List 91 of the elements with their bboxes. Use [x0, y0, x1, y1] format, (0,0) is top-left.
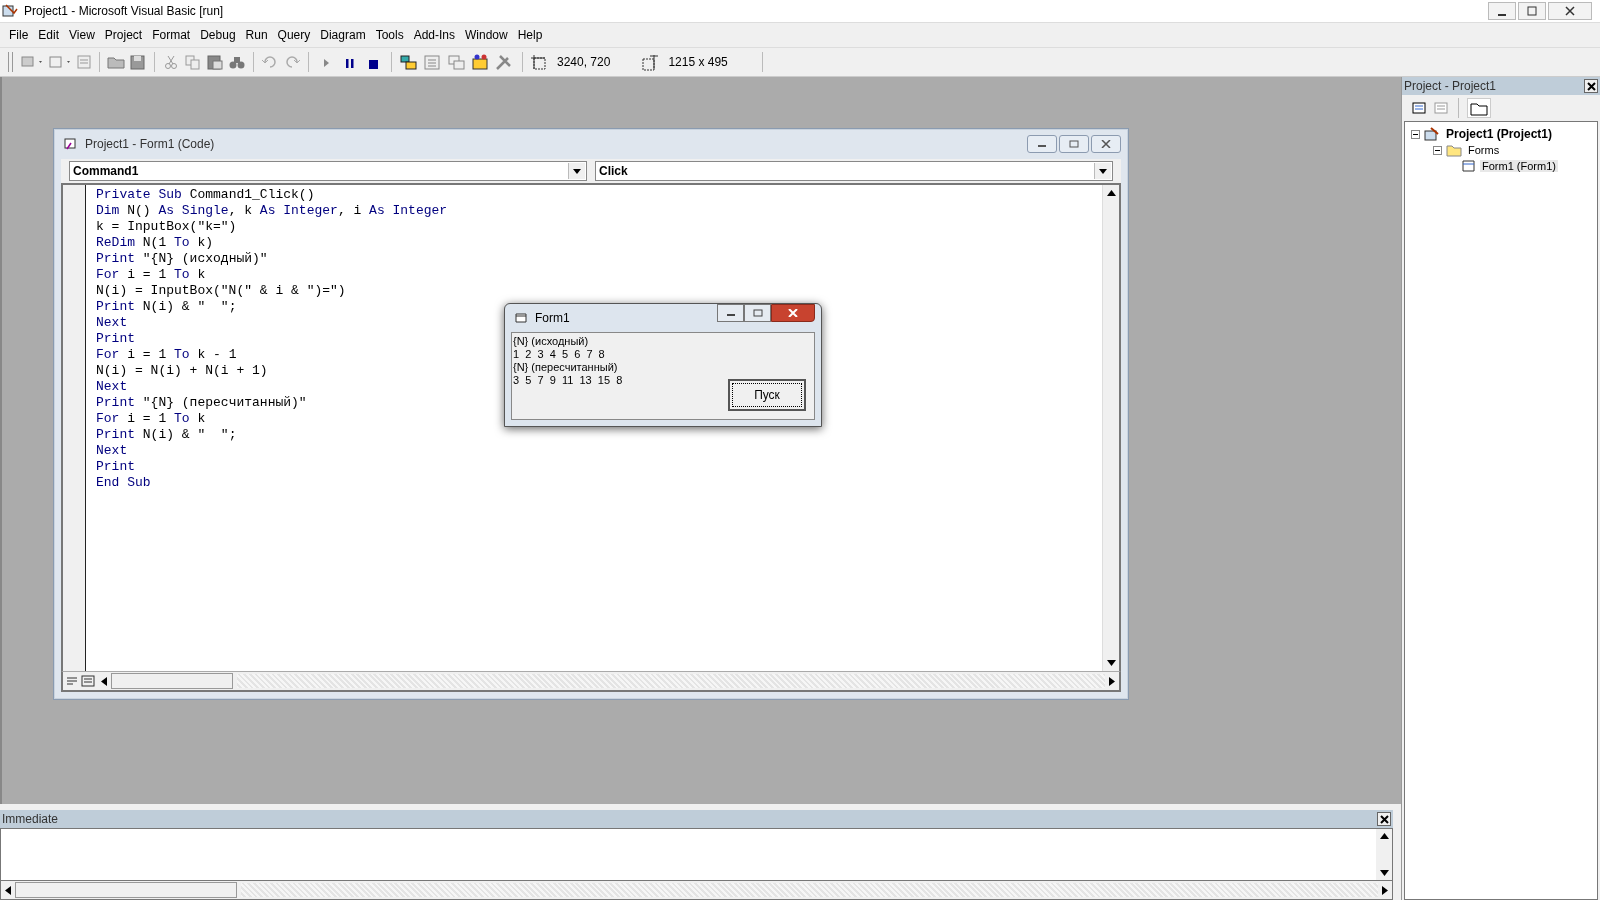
close-button[interactable] — [1377, 812, 1391, 826]
tree-item[interactable]: Project1 (Project1) — [1444, 127, 1555, 141]
menu-item[interactable]: View — [64, 28, 100, 42]
form-icon — [1461, 159, 1477, 173]
menu-item[interactable]: Diagram — [315, 28, 371, 42]
code-window-icon — [63, 136, 79, 152]
menu-item[interactable]: Query — [272, 28, 316, 42]
close-icon — [1379, 814, 1389, 824]
code-line: Print N(i) & " "; — [96, 299, 237, 315]
close-button[interactable] — [1584, 79, 1598, 93]
window-title: Project1 - Microsoft Visual Basic [run] — [24, 4, 224, 18]
project-panel-title: Project - Project1 — [1404, 79, 1497, 93]
paste-icon[interactable] — [205, 53, 225, 71]
collapse-toggle-icon[interactable] — [1411, 129, 1420, 139]
code-line: Print "{N} (исходный)" — [96, 251, 268, 267]
code-line: Next — [96, 315, 128, 331]
minimize-button[interactable] — [1488, 2, 1516, 20]
collapse-toggle-icon[interactable] — [1433, 145, 1442, 155]
project-explorer-icon[interactable] — [398, 53, 420, 71]
close-icon — [1101, 140, 1111, 148]
menu-item[interactable]: Edit — [33, 28, 65, 42]
menu-item[interactable]: Tools — [370, 28, 409, 42]
menu-item[interactable]: Window — [460, 28, 513, 42]
start-button[interactable]: Пуск — [728, 379, 806, 411]
project-icon — [1423, 126, 1441, 142]
code-line: Print "{N} (пересчитанный)" — [96, 395, 307, 411]
size-readout: 1215 x 495 — [668, 55, 728, 69]
code-line: Dim N() As Single, k As Integer, i As Integer — [96, 203, 448, 219]
code-line: N(i) = InputBox("N(" & i & ")=") — [96, 283, 346, 299]
position-readout: 3240, 720 — [557, 55, 611, 69]
close-icon — [1586, 81, 1596, 91]
menu-item[interactable]: Debug — [195, 28, 241, 42]
menu-item[interactable]: Run — [240, 28, 273, 42]
code-line: End Sub — [96, 475, 151, 491]
scroll-left-arrow-icon[interactable] — [5, 885, 11, 895]
code-line: For i = 1 To k - 1 — [96, 347, 237, 363]
close-button[interactable] — [771, 304, 815, 322]
dropdown-arrow-icon — [1099, 168, 1107, 174]
immediate-title: Immediate — [2, 812, 59, 826]
minimize-button[interactable] — [1027, 135, 1057, 153]
close-icon — [1565, 6, 1575, 16]
form-icon — [515, 312, 529, 324]
code-window-title: Project1 - Form1 (Code) — [85, 137, 215, 151]
maximize-button[interactable] — [744, 304, 771, 322]
output-line: 1 2 3 4 5 6 7 8 — [513, 348, 606, 361]
code-line: Private Sub Command1_Click() — [96, 187, 315, 203]
minimize-button[interactable] — [717, 304, 744, 322]
output-line: {N} (пересчитанный) — [513, 361, 619, 374]
menu-item[interactable]: Project — [99, 28, 148, 42]
view-code-icon[interactable] — [1410, 100, 1428, 116]
code-line: Next — [96, 379, 128, 395]
dropdown-arrow-icon — [573, 168, 581, 174]
vertical-scrollbar[interactable] — [1102, 185, 1119, 671]
menu-item[interactable]: Format — [147, 28, 196, 42]
form-title: Form1 — [535, 311, 570, 325]
code-line: For i = 1 To k — [96, 411, 206, 427]
output-line: {N} (исходный) — [513, 335, 590, 348]
full-module-view-icon[interactable] — [81, 675, 95, 687]
app-icon — [2, 3, 18, 19]
procedure-dropdown[interactable]: Click — [595, 161, 1113, 181]
maximize-icon — [752, 309, 763, 317]
close-icon — [788, 309, 798, 317]
menu-item[interactable]: File — [4, 28, 34, 42]
horizontal-scrollbar[interactable] — [0, 880, 1393, 900]
output-line: 3 5 7 9 11 13 15 8 — [513, 374, 624, 387]
scroll-left-arrow-icon[interactable] — [101, 676, 107, 686]
tree-item[interactable]: Forms — [1466, 144, 1502, 156]
code-line: ReDim N(1 To k) — [96, 235, 214, 251]
code-line: N(i) = N(i) + N(i + 1) — [96, 363, 268, 379]
scroll-up-arrow-icon[interactable] — [1106, 190, 1116, 196]
close-button[interactable] — [1091, 135, 1121, 153]
scroll-right-arrow-icon[interactable] — [1109, 676, 1115, 686]
minimize-icon — [1498, 14, 1506, 16]
code-line: Print — [96, 331, 135, 347]
code-line: Next — [96, 443, 128, 459]
folder-icon[interactable] — [1467, 98, 1491, 118]
code-line: Print — [96, 459, 135, 475]
code-line: Print N(i) & " "; — [96, 427, 237, 443]
save-icon[interactable] — [128, 53, 148, 71]
procedure-view-icon[interactable] — [65, 675, 79, 687]
maximize-icon — [1069, 140, 1079, 148]
scroll-right-arrow-icon[interactable] — [1382, 885, 1388, 895]
restore-icon — [1527, 6, 1537, 16]
tree-item[interactable]: Form1 (Form1) — [1480, 160, 1558, 172]
scroll-down-arrow-icon[interactable] — [1106, 660, 1116, 666]
object-dropdown[interactable]: Command1 — [69, 161, 587, 181]
menu-item[interactable]: Add-Ins — [408, 28, 460, 42]
folder-icon — [1445, 143, 1463, 157]
code-line: k = InputBox("k=") — [96, 219, 237, 235]
menu-item[interactable]: Help — [512, 28, 548, 42]
code-line: For i = 1 To k — [96, 267, 206, 283]
